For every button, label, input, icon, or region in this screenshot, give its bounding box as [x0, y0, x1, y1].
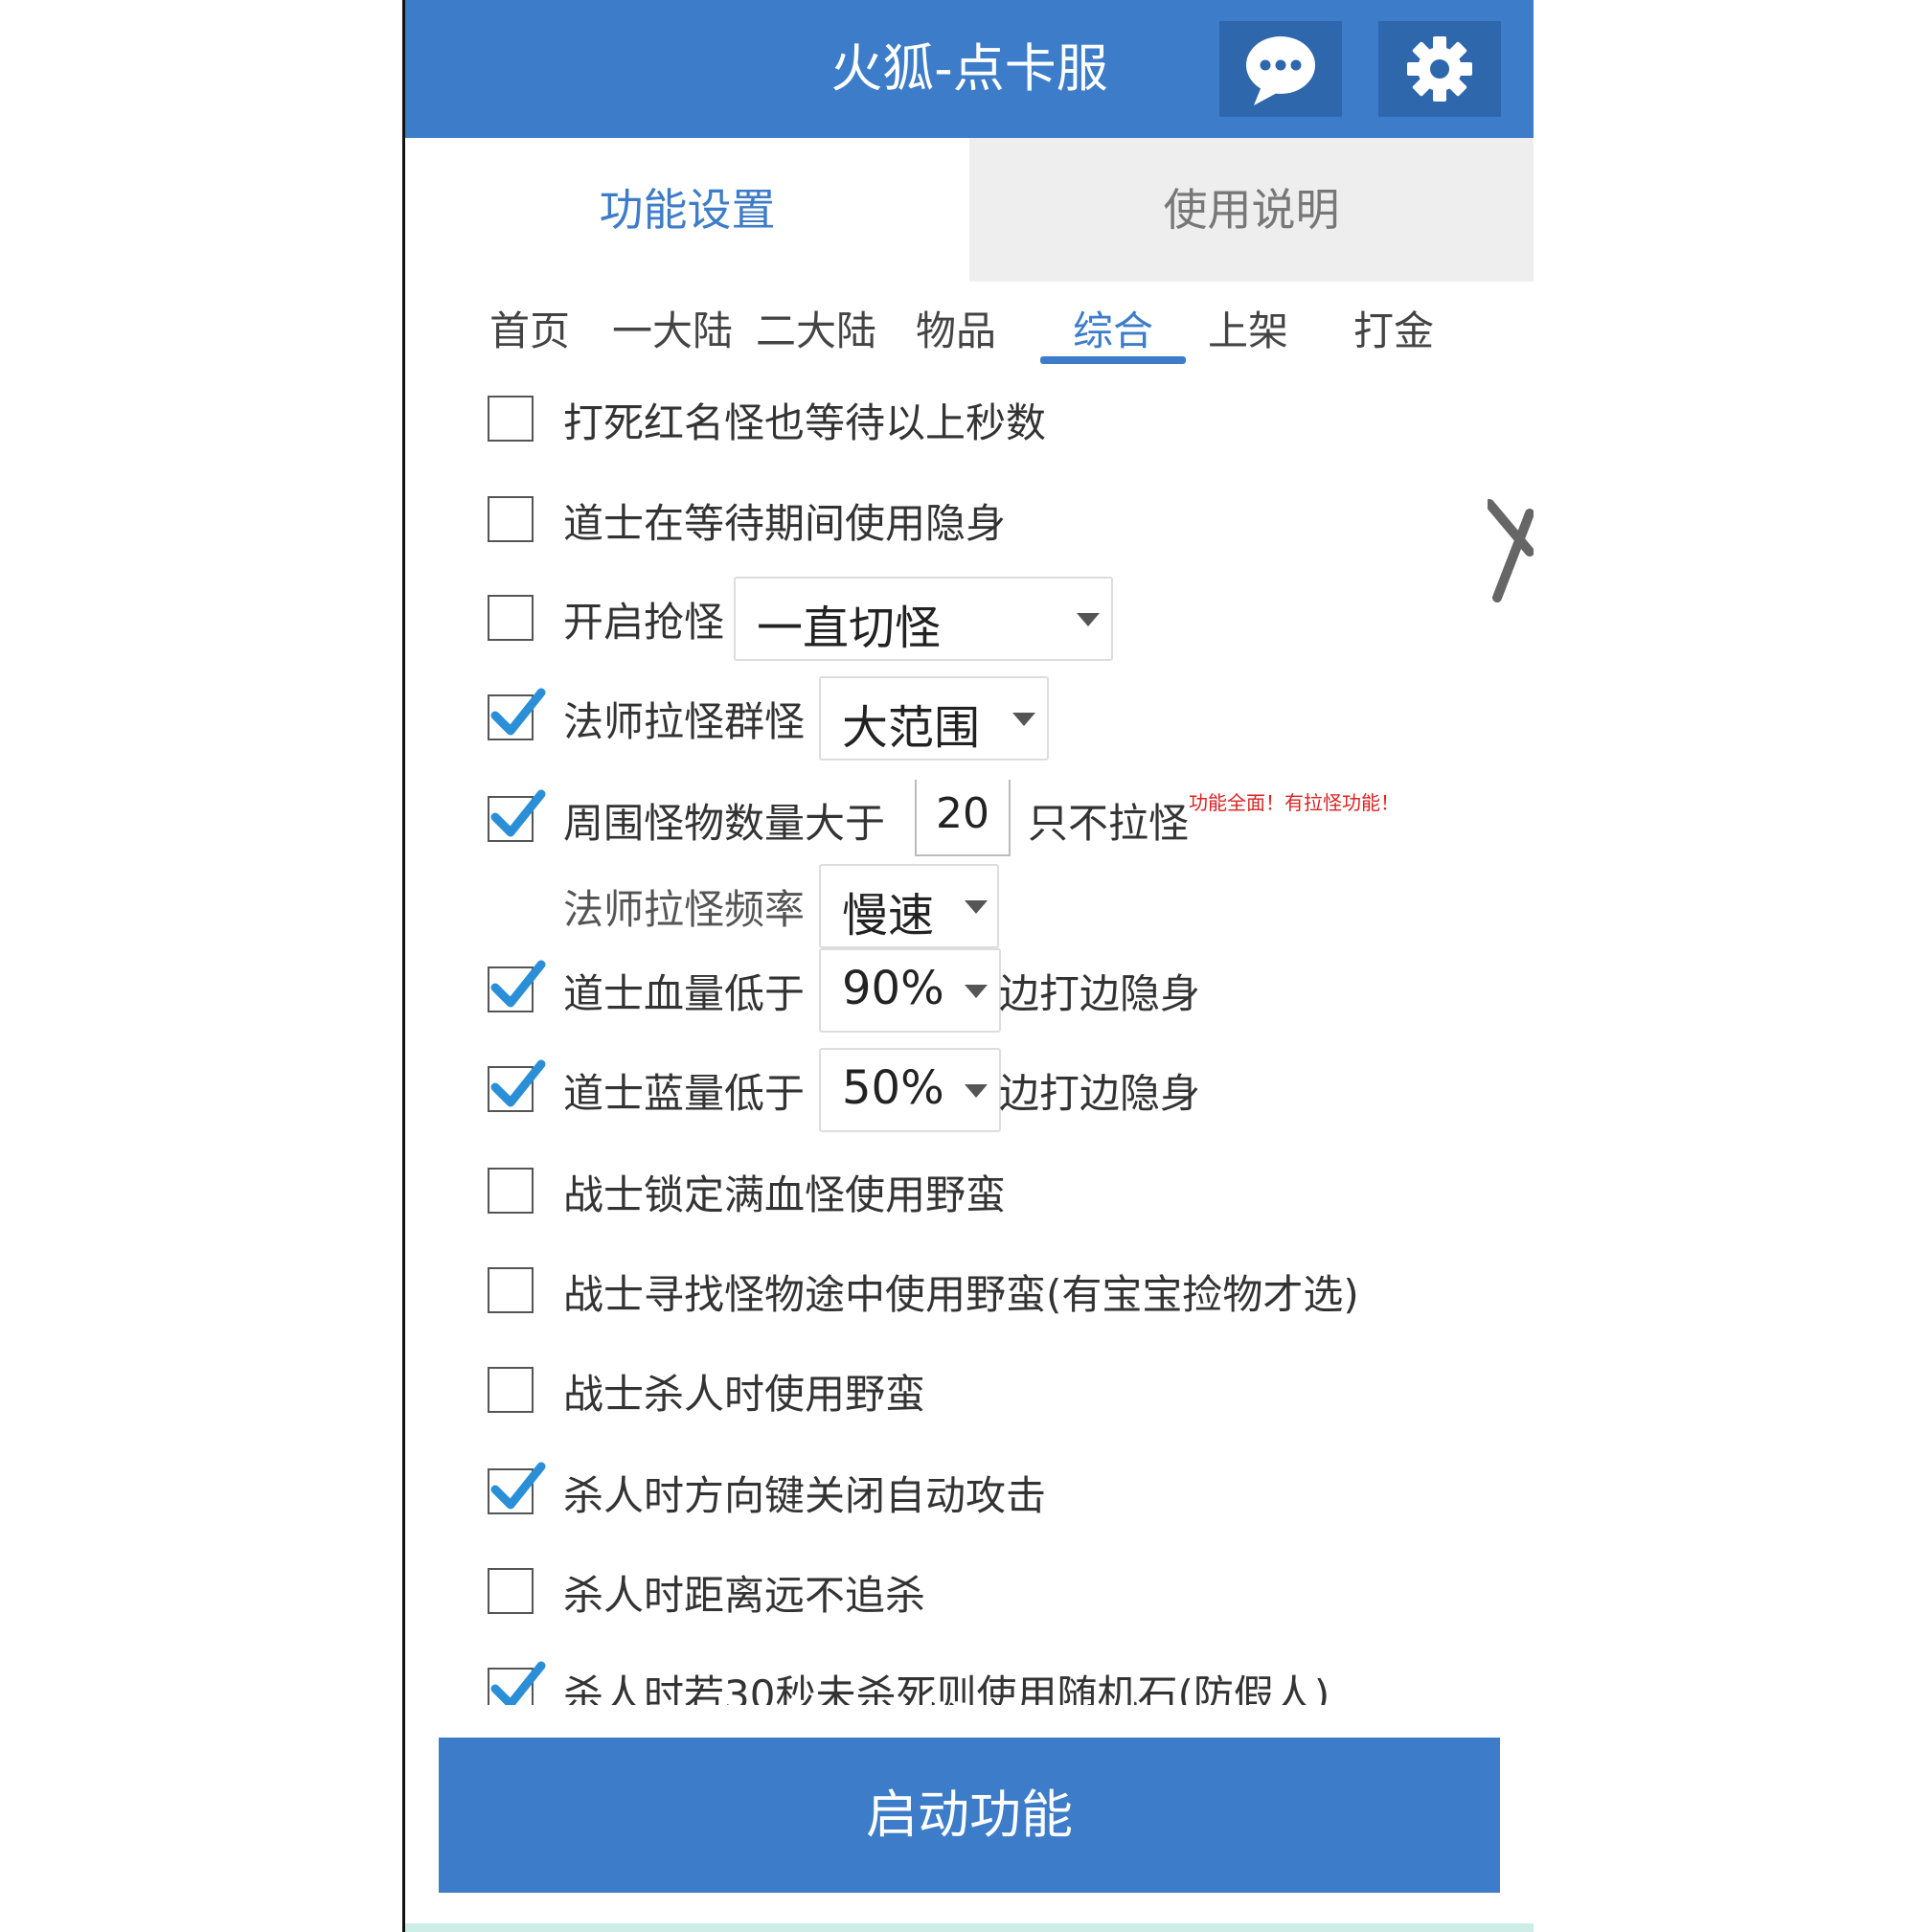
option-row: 道士在等待期间使用隐身: [405, 474, 1534, 560]
dropdown-arrow-icon: [965, 1084, 988, 1098]
checkmark-icon: [490, 960, 546, 1008]
dropdown-arrow-icon: [965, 985, 988, 998]
settings-button[interactable]: [1378, 21, 1501, 117]
select-value: 90%: [842, 962, 944, 1015]
option-checkbox[interactable]: [488, 1267, 534, 1313]
option-checkbox[interactable]: [488, 1367, 534, 1413]
pull-range-select[interactable]: 大范围: [819, 676, 1049, 761]
input-value: 20: [936, 789, 989, 838]
subtab-continent-1[interactable]: 一大陆: [601, 299, 744, 356]
checkmark-icon: [490, 789, 546, 837]
option-label: 战士寻找怪物途中使用野蛮(有宝宝捡物才选): [563, 1271, 1359, 1318]
option-suffix: 边打边隐身: [999, 1070, 1201, 1117]
option-suffix: 只不拉怪: [1028, 800, 1190, 847]
option-label: 道士在等待期间使用隐身: [563, 500, 1007, 547]
option-checkbox[interactable]: [488, 1168, 534, 1214]
gear-icon: [1407, 36, 1472, 102]
pull-frequency-select[interactable]: 慢速: [819, 864, 999, 948]
active-subtab-indicator: [1040, 356, 1186, 364]
dropdown-arrow-icon: [1077, 613, 1100, 626]
subtab-gold-farming[interactable]: 打金: [1322, 299, 1466, 356]
option-row: 道士蓝量低于 50% 边打边隐身: [405, 1044, 1534, 1132]
option-row: 杀人时距离远不追杀: [405, 1546, 1534, 1632]
option-checkbox[interactable]: [488, 396, 534, 442]
option-checkbox[interactable]: [488, 595, 534, 641]
option-label: 法师拉怪群怪: [563, 698, 806, 745]
option-label: 道士血量低于: [563, 970, 806, 1017]
app-header: 火狐-点卡服: [405, 0, 1534, 138]
option-row: 杀人时方向键关闭自动攻击: [405, 1446, 1534, 1533]
option-label: 战士杀人时使用野蛮: [563, 1371, 926, 1418]
close-x-icon: [1485, 499, 1534, 602]
option-row: 打死红名怪也等待以上秒数: [405, 374, 1534, 460]
start-function-button[interactable]: 启动功能: [439, 1738, 1500, 1893]
select-value: 大范围: [842, 701, 981, 755]
option-row: 开启抢怪 一直切怪: [405, 573, 1534, 661]
option-checkbox[interactable]: [488, 1059, 546, 1112]
option-checkbox[interactable]: [488, 496, 534, 542]
hp-threshold-select[interactable]: 90%: [819, 948, 1001, 1033]
option-label: 杀人时方向键关闭自动攻击: [563, 1472, 1047, 1519]
option-checkbox[interactable]: [488, 1462, 546, 1514]
app-screen: 火狐-点卡服 功能设置 使用说明 首页 一大陆 二大陆 物品 综合 上架 打金 …: [402, 0, 1534, 1932]
option-row: 战士锁定满血怪使用野蛮: [405, 1146, 1534, 1232]
option-checkbox[interactable]: [488, 789, 546, 842]
app-title: 火狐-点卡服: [830, 38, 1108, 99]
option-row: 道士血量低于 90% 边打边隐身: [405, 944, 1534, 1033]
dropdown-arrow-icon: [1012, 713, 1035, 726]
options-list: 打死红名怪也等待以上秒数 道士在等待期间使用隐身 开启抢怪 一直切怪 法师拉怪群…: [405, 374, 1534, 1705]
dropdown-arrow-icon: [965, 900, 988, 914]
checkmark-icon: [490, 1462, 546, 1510]
checkmark-icon: [490, 1661, 546, 1705]
subtab-listing[interactable]: 上架: [1176, 299, 1320, 356]
checkmark-icon: [490, 1059, 546, 1107]
subtab-items[interactable]: 物品: [884, 299, 1028, 356]
option-label: 杀人时距离远不追杀: [563, 1572, 926, 1619]
chat-bubble-icon: [1246, 36, 1315, 105]
checkmark-icon: [490, 688, 546, 736]
option-label: 打死红名怪也等待以上秒数: [563, 399, 1047, 446]
subtab-general[interactable]: 综合: [1041, 299, 1185, 356]
chat-button[interactable]: [1219, 21, 1342, 117]
select-value: 一直切怪: [757, 602, 942, 655]
option-checkbox[interactable]: [488, 1568, 534, 1614]
main-tabs: 功能设置 使用说明: [405, 138, 1534, 282]
select-value: 50%: [842, 1061, 944, 1115]
select-value: 慢速: [842, 889, 935, 943]
option-row: 战士寻找怪物途中使用野蛮(有宝宝捡物才选): [405, 1245, 1534, 1331]
tab-function-settings[interactable]: 功能设置: [405, 138, 969, 282]
tab-instructions[interactable]: 使用说明: [969, 138, 1534, 282]
promo-annotation: 功能全面！有拉怪功能！: [1189, 791, 1399, 814]
option-label: 杀人时若30秒未杀死则使用随机石(防假人): [563, 1671, 1330, 1705]
option-row: 法师拉怪群怪 大范围: [405, 672, 1534, 761]
sub-tabs: 首页 一大陆 二大陆 物品 综合 上架 打金: [405, 287, 1534, 374]
option-suffix: 边打边隐身: [999, 970, 1201, 1017]
option-row: 杀人时若30秒未杀死则使用随机石(防假人): [405, 1646, 1534, 1705]
option-label: 开启抢怪: [563, 599, 725, 646]
option-checkbox[interactable]: [488, 1661, 546, 1705]
option-row: 战士杀人时使用野蛮: [405, 1345, 1534, 1431]
option-label: 道士蓝量低于: [563, 1070, 806, 1117]
option-checkbox[interactable]: [488, 960, 546, 1012]
side-panel-close[interactable]: [1485, 498, 1534, 603]
monster-count-input[interactable]: 20: [915, 780, 1011, 856]
subtab-home[interactable]: 首页: [458, 299, 602, 356]
option-row: 法师拉怪频率 慢速: [405, 860, 1534, 948]
grab-mode-select[interactable]: 一直切怪: [734, 577, 1113, 661]
option-label: 周围怪物数量大于: [563, 800, 886, 847]
option-label: 法师拉怪频率: [563, 886, 806, 933]
mp-threshold-select[interactable]: 50%: [819, 1048, 1001, 1132]
option-label: 战士锁定满血怪使用野蛮: [563, 1171, 1007, 1218]
subtab-continent-2[interactable]: 二大陆: [744, 299, 888, 356]
bottom-strip: [405, 1923, 1534, 1932]
option-checkbox[interactable]: [488, 688, 546, 740]
